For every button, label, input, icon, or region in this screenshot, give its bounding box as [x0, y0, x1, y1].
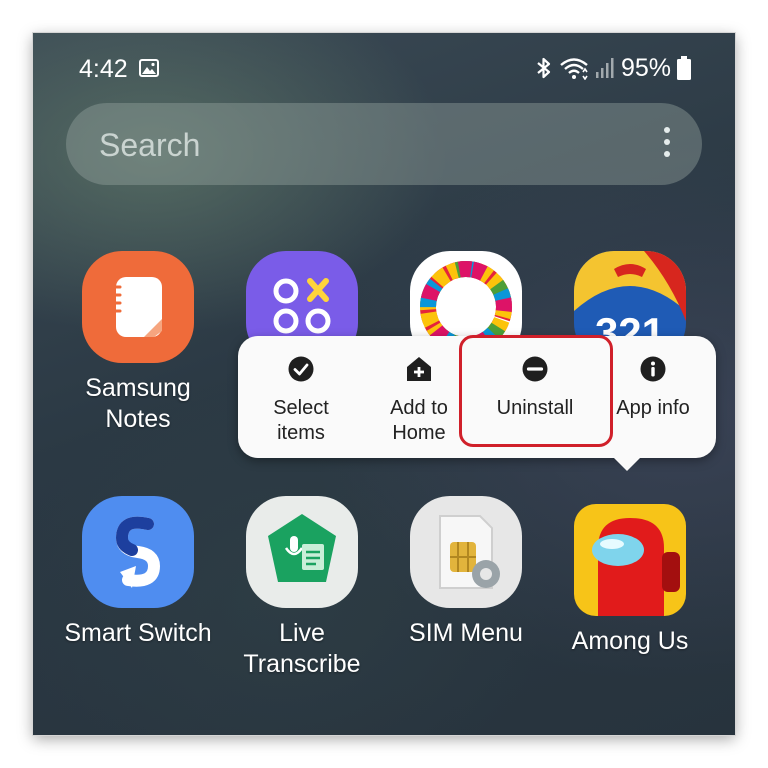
app-samsung-notes[interactable]: Samsung Notes [58, 251, 218, 441]
wifi-icon [560, 58, 588, 80]
home-screen: 4:42 95% Search Samsung Notes 321 Smart … [33, 33, 735, 735]
signal-icon [595, 58, 614, 78]
app-sim-menu[interactable]: SIM Menu [386, 496, 546, 656]
status-icons: 95% [535, 53, 691, 83]
checkmark-circle-icon [288, 356, 314, 382]
app-label: Among Us [571, 627, 689, 655]
menu-item-label: Select items [273, 397, 329, 444]
app-live-transcribe[interactable]: Live Transcribe [222, 496, 382, 686]
app-label: Smart Switch [64, 619, 212, 647]
gallery-icon [139, 59, 159, 77]
app-smart-switch[interactable]: Smart Switch [58, 496, 218, 656]
smart-switch-icon [82, 496, 194, 608]
status-bar: 4:42 95% [33, 33, 735, 103]
uninstall-highlight [459, 335, 613, 447]
search-bar[interactable]: Search [66, 103, 702, 185]
app-label: Live Transcribe [243, 619, 361, 678]
more-options-icon[interactable] [660, 127, 674, 163]
status-time: 4:42 [79, 55, 128, 83]
bluetooth-icon [537, 57, 551, 79]
context-menu-pointer [611, 455, 643, 471]
menu-item-select-items[interactable]: Select items [242, 336, 360, 458]
live-transcribe-icon [246, 496, 358, 608]
add-home-icon [407, 357, 431, 381]
among-us-icon [574, 504, 686, 616]
app-label: Samsung Notes [85, 374, 191, 433]
info-circle-icon [640, 356, 666, 382]
battery-percent: 95% [620, 53, 671, 82]
samsung-notes-icon [82, 251, 194, 363]
search-placeholder[interactable]: Search [99, 127, 200, 164]
app-label: SIM Menu [409, 619, 523, 647]
sim-menu-icon [410, 496, 522, 608]
app-among-us[interactable]: Among Us [550, 496, 710, 666]
battery-icon [677, 56, 691, 80]
